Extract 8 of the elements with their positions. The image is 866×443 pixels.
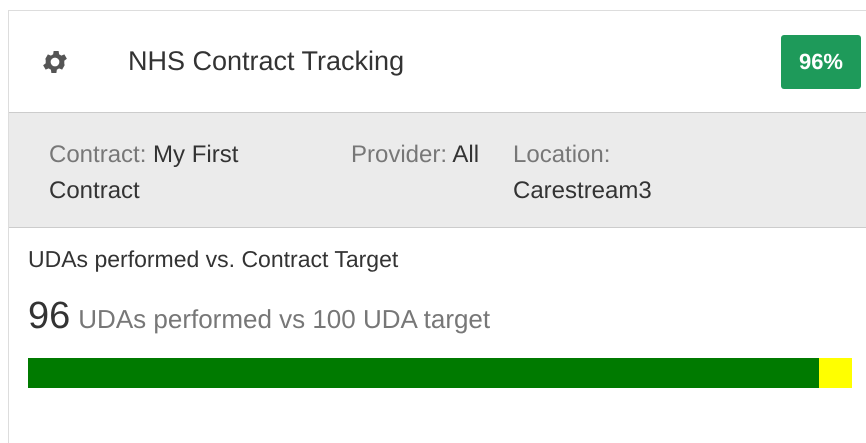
detail-text: Contract: My First Contract <box>49 140 240 206</box>
percent-badge: 96% <box>780 34 861 88</box>
detail-text: Location: Carestream3 <box>513 140 653 206</box>
detail-text: Provider: All <box>351 140 480 170</box>
card-title: NHS Contract Tracking <box>128 46 406 77</box>
section-title: UDAs performed vs. Contract Target <box>28 246 400 273</box>
metric-count: 96 <box>28 295 70 338</box>
metric-caption: UDAs performed vs 100 UDA target <box>78 304 490 335</box>
